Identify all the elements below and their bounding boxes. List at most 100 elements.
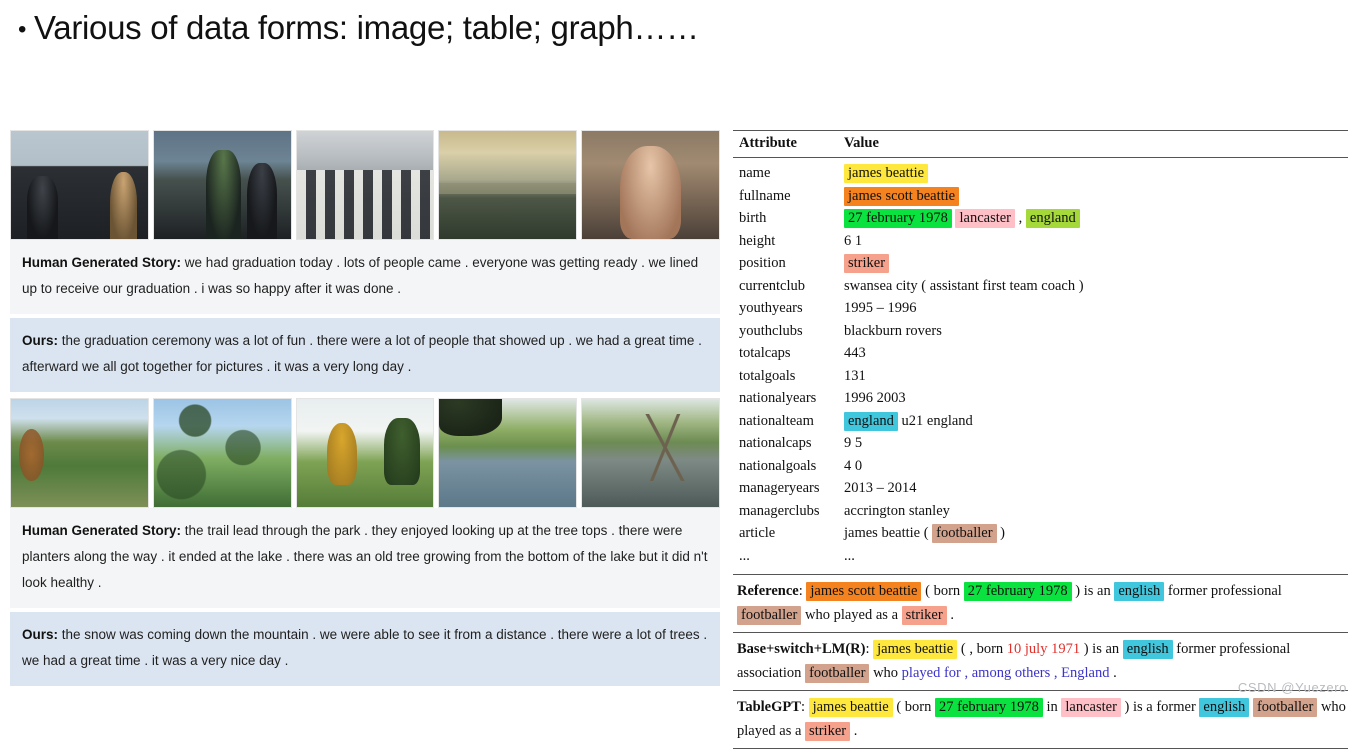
value-cell: blackburn rovers <box>844 320 1348 343</box>
table-row: ...... <box>733 545 1348 568</box>
attribute-cell: managerclubs <box>739 502 820 519</box>
table-row: totalgoals 131 <box>733 365 1348 388</box>
plain-text: . <box>946 607 954 623</box>
plain-text: . <box>850 723 858 739</box>
value-cell: james beattie <box>844 158 1348 185</box>
attribute-cell: totalcaps <box>739 345 791 361</box>
table-row: youthclubs blackburn rovers <box>733 320 1348 343</box>
plain-text: 1996 2003 <box>844 390 906 406</box>
attribute-cell: nationalgoals <box>739 457 817 474</box>
plain-text: ( born <box>921 583 964 599</box>
table-row: fullname james scott beattie <box>733 185 1348 208</box>
plain-text: james beattie ( <box>844 525 933 541</box>
plain-text: who <box>869 665 902 681</box>
plain-text: , <box>1015 210 1026 226</box>
attribute-cell: fullname <box>739 187 791 204</box>
graduation-crowd-photo <box>10 130 149 240</box>
value-cell: ... <box>844 545 1348 568</box>
plain-text: ( born <box>892 699 935 715</box>
highlighted-entity: striker <box>805 722 851 741</box>
colored-text: 10 july 1971 <box>1006 641 1081 657</box>
ours-story-block: Ours: the snow was coming down the mount… <box>10 612 720 686</box>
generated-text-box: Reference: james scott beattie ( born 27… <box>733 574 1348 749</box>
plain-text: in <box>1042 699 1062 715</box>
human-story-block: Human Generated Story: the trail lead th… <box>10 508 720 608</box>
generation-row: TableGPT: james beattie ( born 27 februa… <box>733 690 1348 749</box>
plain-text: 1995 – 1996 <box>844 300 917 316</box>
highlighted-entity: james scott beattie <box>806 582 922 601</box>
attribute-cell: nationalcaps <box>739 435 812 451</box>
value-cell: james scott beattie <box>844 185 1348 208</box>
value-cell: 1996 2003 <box>844 387 1348 410</box>
table-row: nationalteam england u21 england <box>733 410 1348 433</box>
value-cell: swansea city ( assistant first team coac… <box>844 275 1348 298</box>
attribute-cell: birth <box>739 210 767 226</box>
table-row: totalcaps 443 <box>733 342 1348 365</box>
ours-story-block: Ours: the graduation ceremony was a lot … <box>10 318 720 392</box>
table-body: name james beattie fullname james scott bea… <box>733 158 1348 568</box>
attribute-cell: currentclub <box>739 277 806 294</box>
park-autumn-trees-photo <box>10 398 149 508</box>
generation-label: TableGPT <box>737 699 801 715</box>
ours-story-label: Ours: <box>22 627 59 642</box>
table-row: managerclubs accrington stanley <box>733 500 1348 523</box>
plain-text: ... <box>844 547 855 564</box>
visual-storytelling-panel: Human Generated Story: we had graduation… <box>10 130 720 686</box>
table-header-row: Attribute Value <box>733 130 1348 158</box>
attribute-cell: youthyears <box>739 300 803 316</box>
plain-text: ) is an <box>1080 641 1123 657</box>
column-header-value: Value <box>844 130 1348 158</box>
ours-story-text: the graduation ceremony was a lot of fun… <box>22 333 702 374</box>
graduation-gowns-photo <box>295 130 435 240</box>
table-row: name james beattie <box>733 158 1348 185</box>
plain-text: ) is an <box>1071 583 1115 599</box>
plain-text: 4 0 <box>844 457 863 474</box>
attribute-cell: position <box>739 255 786 271</box>
highlighted-entity: footballer <box>805 664 870 683</box>
value-cell: england u21 england <box>844 410 1348 433</box>
value-cell: 6 1 <box>844 230 1348 253</box>
generation-row: Reference: james scott beattie ( born 27… <box>733 574 1348 632</box>
value-cell: james beattie ( footballer ) <box>844 522 1348 545</box>
plain-text: blackburn rovers <box>844 322 942 339</box>
plain-text: u21 england <box>897 412 973 429</box>
table-row: height 6 1 <box>733 230 1348 253</box>
page-title-text: Various of data forms: image; table; gra… <box>34 9 699 46</box>
highlighted-entity: james beattie <box>844 164 929 183</box>
attribute-cell: totalgoals <box>739 367 796 384</box>
highlighted-entity: 27 february 1978 <box>844 209 952 228</box>
photo-strip <box>10 398 720 508</box>
plain-text: ( , born <box>957 641 1007 657</box>
attribute-cell: nationalyears <box>739 390 817 406</box>
bullet-glyph: • <box>18 16 27 43</box>
column-header-attribute: Attribute <box>733 130 844 158</box>
table-row: manageryears 2013 – 2014 <box>733 477 1348 500</box>
highlighted-entity: james beattie <box>873 640 958 659</box>
value-cell: 131 <box>844 365 1348 388</box>
attribute-cell: height <box>739 232 776 249</box>
table-row: nationalyears 1996 2003 <box>733 387 1348 410</box>
highlighted-entity: 27 february 1978 <box>963 582 1072 601</box>
plain-text: . <box>1109 665 1117 681</box>
human-story-label: Human Generated Story: <box>22 523 182 538</box>
value-cell: 4 0 <box>844 455 1348 478</box>
plain-text: 6 1 <box>844 232 863 249</box>
generation-label: Reference <box>737 583 799 599</box>
photo-strip <box>10 130 720 240</box>
generation-label: Base+switch+LM(R) <box>737 641 866 657</box>
plain-text: : <box>800 699 809 715</box>
plain-text: 2013 – 2014 <box>844 480 917 496</box>
highlighted-entity: england <box>844 411 898 431</box>
attribute-cell: name <box>739 165 771 181</box>
value-cell: 9 5 <box>844 432 1348 455</box>
lake-shoreline-photo <box>438 398 578 508</box>
table-row: article james beattie ( footballer ) <box>733 522 1348 545</box>
value-cell: 1995 – 1996 <box>844 297 1348 320</box>
value-cell: 443 <box>844 342 1348 365</box>
plain-text: ) <box>996 525 1006 541</box>
value-cell: 27 february 1978 lancaster , england <box>844 207 1348 230</box>
attribute-cell: article <box>739 525 776 541</box>
highlighted-entity: english <box>1114 582 1165 601</box>
plain-text: accrington stanley <box>844 502 950 519</box>
table-row: nationalcaps 9 5 <box>733 432 1348 455</box>
